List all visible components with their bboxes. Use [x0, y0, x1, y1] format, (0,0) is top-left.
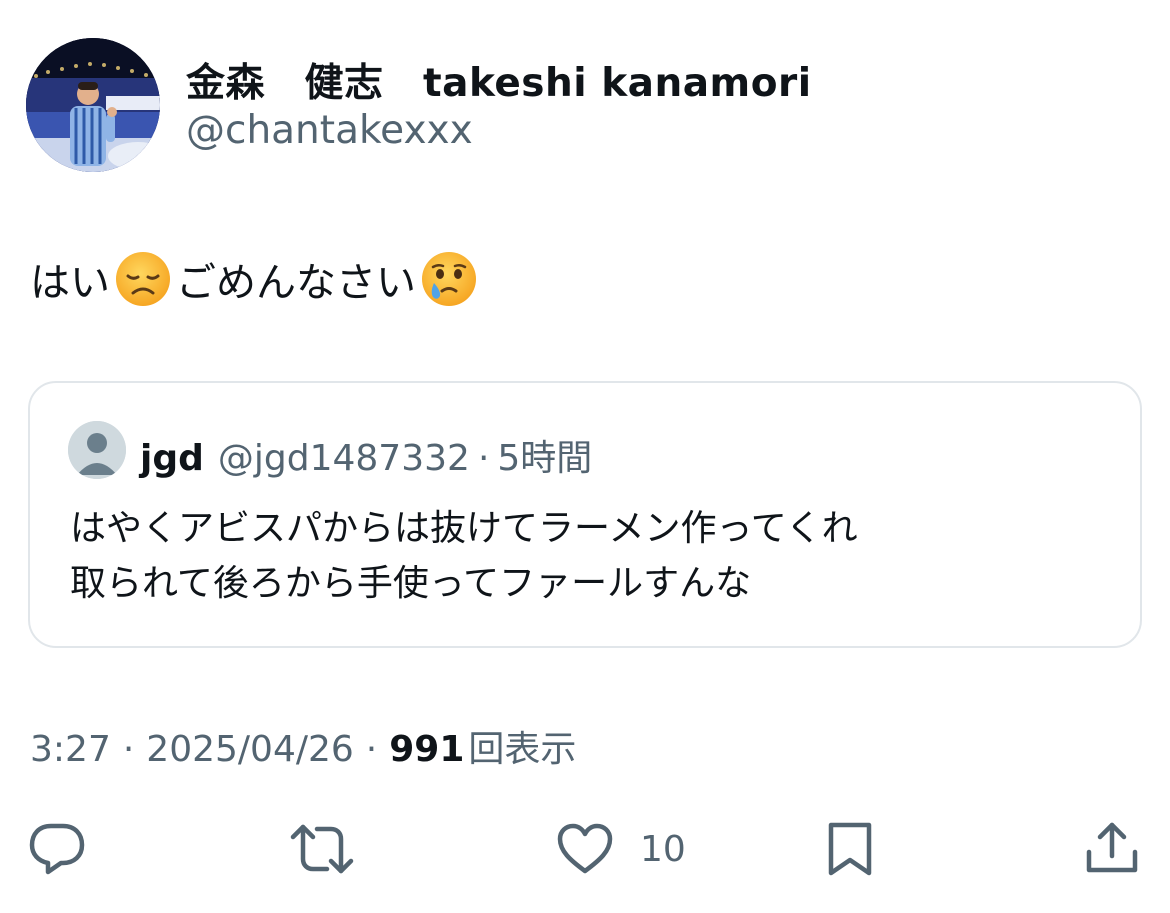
tweet-text: はい ごめんなさい	[30, 250, 482, 308]
retweet-icon	[290, 824, 354, 874]
quoted-text-line1: はやくアビスパからは抜けてラーメン作ってくれ	[70, 508, 858, 549]
avatar-photo	[26, 38, 160, 172]
quoted-text: はやくアビスパからは抜けてラーメン作ってくれ 取られて後ろから手使ってファールす…	[70, 501, 858, 611]
tweet-time[interactable]: 3:27	[30, 729, 111, 770]
tweet-text-part1: はい	[30, 260, 110, 306]
bookmark-icon	[828, 822, 872, 876]
like-button[interactable]: 10	[556, 818, 686, 880]
default-avatar-icon	[68, 421, 126, 479]
tweet-text-part2: ごめんなさい	[176, 260, 416, 306]
reply-button[interactable]	[28, 818, 86, 880]
tweet-meta: 3:27 · 2025/04/26 · 991 回表示	[30, 720, 576, 772]
tweet-date[interactable]: 2025/04/26	[146, 729, 354, 770]
quoted-text-line2: 取られて後ろから手使ってファールすんな	[70, 563, 752, 604]
quoted-separator: ·	[477, 438, 490, 479]
author-name-row[interactable]: 金森 健志 takeshi kanamori	[186, 52, 812, 108]
reply-icon	[29, 823, 85, 875]
views-count: 991	[389, 729, 465, 770]
author-avatar[interactable]	[26, 38, 160, 172]
heart-icon	[557, 823, 613, 874]
share-button[interactable]	[1084, 818, 1140, 880]
quoted-author-name[interactable]: jgd	[140, 438, 204, 479]
disappointed-face-icon	[116, 252, 170, 306]
meta-separator-2: ·	[365, 729, 378, 770]
retweet-button[interactable]	[289, 818, 355, 880]
quoted-author-avatar[interactable]	[68, 421, 126, 479]
views-label: 回表示	[468, 729, 577, 770]
author-display-name[interactable]: 金森 健志 takeshi kanamori	[186, 52, 812, 108]
share-icon	[1086, 822, 1138, 873]
face-holding-back-tears-icon	[422, 252, 476, 306]
author-handle[interactable]: @chantakexxx	[186, 108, 473, 153]
meta-separator-1: ·	[122, 729, 135, 770]
quoted-author-handle[interactable]: @jgd1487332	[218, 438, 470, 479]
quoted-timestamp[interactable]: 5時間	[497, 429, 592, 481]
like-count: 10	[640, 828, 686, 870]
quoted-tweet-card[interactable]: jgd @jgd1487332 · 5時間 はやくアビスパからは抜けてラーメン作…	[28, 381, 1142, 648]
bookmark-button[interactable]	[825, 818, 875, 880]
quoted-header: jgd @jgd1487332 · 5時間	[140, 429, 592, 481]
